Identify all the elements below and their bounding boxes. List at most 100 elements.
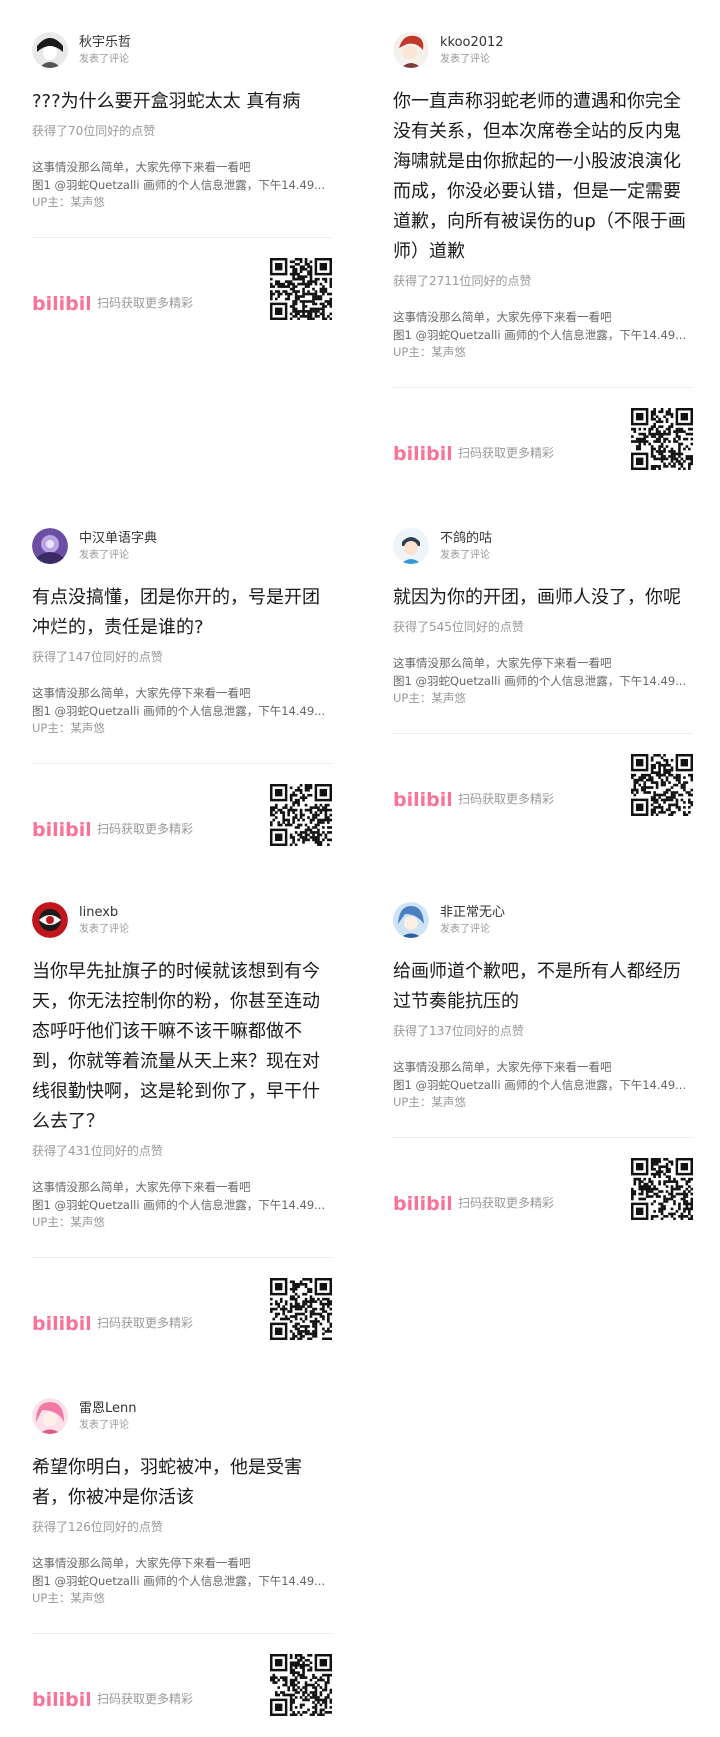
scan-text: 扫码获取更多精彩 [97,1315,194,1330]
card-footer: bilibili 扫码获取更多精彩 [393,407,693,470]
action-text: 发表了评论 [79,1419,129,1431]
video-info[interactable]: 这事情没那么简单，大家先停下来看一看吧 图1 @羽蛇Quetzalli 画师的个… [32,1179,332,1232]
svg-text:bilibili: bilibili [393,1193,451,1214]
video-info[interactable]: 这事情没那么简单，大家先停下来看一看吧 图1 @羽蛇Quetzalli 画师的个… [393,1059,693,1112]
action-text: 发表了评论 [440,923,490,935]
divider [393,732,693,734]
scan-text: 扫码获取更多精彩 [97,821,194,836]
comment-text: 有点没搞懂，团是你开的，号是开团冲烂的，责任是谁的? [32,587,320,638]
video-title: 这事情没那么简单，大家先停下来看一看吧 [32,1556,251,1570]
card-header: 中汉单语字典 发表了评论 [32,527,332,565]
svg-text:bilibili: bilibili [32,819,90,840]
avatar-icon[interactable] [32,1398,68,1434]
like-count: 获得了2711位同好的点赞 [393,274,532,288]
card-footer: bilibili 扫码获取更多精彩 [393,1157,693,1220]
avatar-icon[interactable] [32,528,68,564]
scan-text: 扫码获取更多精彩 [458,791,555,806]
video-desc: 图1 @羽蛇Quetzalli 画师的个人信息泄露，下午14.49... [32,1197,326,1212]
video-info[interactable]: 这事情没那么简单，大家先停下来看一看吧 图1 @羽蛇Quetzalli 画师的个… [32,685,332,738]
username[interactable]: 秋宇乐哲 [79,34,131,51]
username[interactable]: 不鸽的咕 [440,530,492,547]
action-text: 发表了评论 [440,549,490,561]
comment-card: 不鸽的咕 发表了评论 就因为你的开团，画师人没了，你呢 获得了545位同好的点赞… [393,527,693,816]
qr-code-icon[interactable] [631,1157,693,1220]
action-text: 发表了评论 [79,549,129,561]
avatar-icon[interactable] [393,528,429,564]
bilibili-logo-icon: bilibili [393,1193,451,1214]
username[interactable]: kkoo2012 [440,34,504,51]
like-count: 获得了126位同好的点赞 [32,1520,163,1534]
avatar-icon[interactable] [393,32,429,68]
avatar-icon[interactable] [32,32,68,68]
video-info[interactable]: 这事情没那么简单，大家先停下来看一看吧 图1 @羽蛇Quetzalli 画师的个… [393,309,693,362]
video-title: 这事情没那么简单，大家先停下来看一看吧 [32,1180,251,1194]
video-uploader: UP主：某声悠 [32,1215,105,1229]
card-header: 非正常无心 发表了评论 [393,901,693,939]
video-info[interactable]: 这事情没那么简单，大家先停下来看一看吧 图1 @羽蛇Quetzalli 画师的个… [32,1555,332,1608]
like-count: 获得了147位同好的点赞 [32,650,163,664]
video-info[interactable]: 这事情没那么简单，大家先停下来看一看吧 图1 @羽蛇Quetzalli 画师的个… [393,655,693,708]
qr-code-icon[interactable] [270,257,332,320]
qr-code-icon[interactable] [631,753,693,816]
avatar-icon[interactable] [393,902,429,938]
qr-code-icon[interactable] [270,783,332,846]
video-title: 这事情没那么简单，大家先停下来看一看吧 [393,656,612,670]
card-footer: bilibili 扫码获取更多精彩 [393,753,693,816]
video-title: 这事情没那么简单，大家先停下来看一看吧 [393,1060,612,1074]
bilibili-logo-icon: bilibili [32,819,90,840]
like-count: 获得了137位同好的点赞 [393,1024,524,1038]
card-header: 雷恩Lenn 发表了评论 [32,1397,332,1435]
action-text: 发表了评论 [440,53,490,65]
comment-text: 给画师道个歉吧，不是所有人都经历过节奏能抗压的 [393,961,681,1012]
scan-text: 扫码获取更多精彩 [97,1691,194,1706]
username[interactable]: 雷恩Lenn [79,1400,137,1417]
comment-card: linexb 发表了评论 当你早先扯旗子的时候就该想到有今天，你无法控制你的粉，… [32,901,332,1340]
svg-text:bilibili: bilibili [32,1689,90,1710]
video-desc: 图1 @羽蛇Quetzalli 画师的个人信息泄露，下午14.49... [393,1077,687,1092]
qr-code-icon[interactable] [270,1653,332,1716]
video-desc: 图1 @羽蛇Quetzalli 画师的个人信息泄露，下午14.49... [393,673,687,688]
divider [32,236,332,238]
video-uploader: UP主：某声悠 [32,721,105,735]
video-uploader: UP主：某声悠 [32,195,105,209]
divider [393,1136,693,1138]
video-uploader: UP主：某声悠 [393,1095,466,1109]
card-header: 秋宇乐哲 发表了评论 [32,31,332,69]
video-desc: 图1 @羽蛇Quetzalli 画师的个人信息泄露，下午14.49... [32,1573,326,1588]
divider [393,386,693,388]
video-desc: 图1 @羽蛇Quetzalli 画师的个人信息泄露，下午14.49... [393,327,687,342]
svg-text:bilibili: bilibili [32,1313,90,1334]
bilibili-logo-icon: bilibili [393,789,451,810]
svg-text:bilibili: bilibili [32,293,90,314]
comment-card: kkoo2012 发表了评论 你一直声称羽蛇老师的遭遇和你完全没有关系，但本次席… [393,31,693,470]
scan-text: 扫码获取更多精彩 [97,295,194,310]
video-desc: 图1 @羽蛇Quetzalli 画师的个人信息泄露，下午14.49... [32,703,326,718]
card-footer: bilibili 扫码获取更多精彩 [32,257,332,320]
video-info[interactable]: 这事情没那么简单，大家先停下来看一看吧 图1 @羽蛇Quetzalli 画师的个… [32,159,332,212]
comment-text: 当你早先扯旗子的时候就该想到有今天，你无法控制你的粉，你甚至连动态呼吁他们该干嘛… [32,961,320,1132]
like-count: 获得了70位同好的点赞 [32,124,156,138]
like-count: 获得了431位同好的点赞 [32,1144,163,1158]
bilibili-logo-icon: bilibili [32,1689,90,1710]
card-footer: bilibili 扫码获取更多精彩 [32,783,332,846]
bilibili-logo-icon: bilibili [32,293,90,314]
qr-code-icon[interactable] [631,407,693,470]
username[interactable]: linexb [79,904,129,921]
comment-text: 就因为你的开团，画师人没了，你呢 [393,587,681,608]
video-title: 这事情没那么简单，大家先停下来看一看吧 [32,686,251,700]
qr-code-icon[interactable] [270,1277,332,1340]
card-footer: bilibili 扫码获取更多精彩 [32,1653,332,1716]
username[interactable]: 非正常无心 [440,904,505,921]
video-title: 这事情没那么简单，大家先停下来看一看吧 [32,160,251,174]
comment-card: 中汉单语字典 发表了评论 有点没搞懂，团是你开的，号是开团冲烂的，责任是谁的? … [32,527,332,846]
comment-card: 雷恩Lenn 发表了评论 希望你明白，羽蛇被冲，他是受害者，你被冲是你活该 获得… [32,1397,332,1716]
card-header: kkoo2012 发表了评论 [393,31,693,69]
avatar-icon[interactable] [32,902,68,938]
bilibili-logo-icon: bilibili [32,1313,90,1334]
video-uploader: UP主：某声悠 [393,691,466,705]
video-uploader: UP主：某声悠 [32,1591,105,1605]
card-header: 不鸽的咕 发表了评论 [393,527,693,565]
username[interactable]: 中汉单语字典 [79,530,157,547]
scan-text: 扫码获取更多精彩 [458,1195,555,1210]
comment-text: 你一直声称羽蛇老师的遭遇和你完全没有关系，但本次席卷全站的反内鬼海啸就是由你掀起… [393,91,686,262]
